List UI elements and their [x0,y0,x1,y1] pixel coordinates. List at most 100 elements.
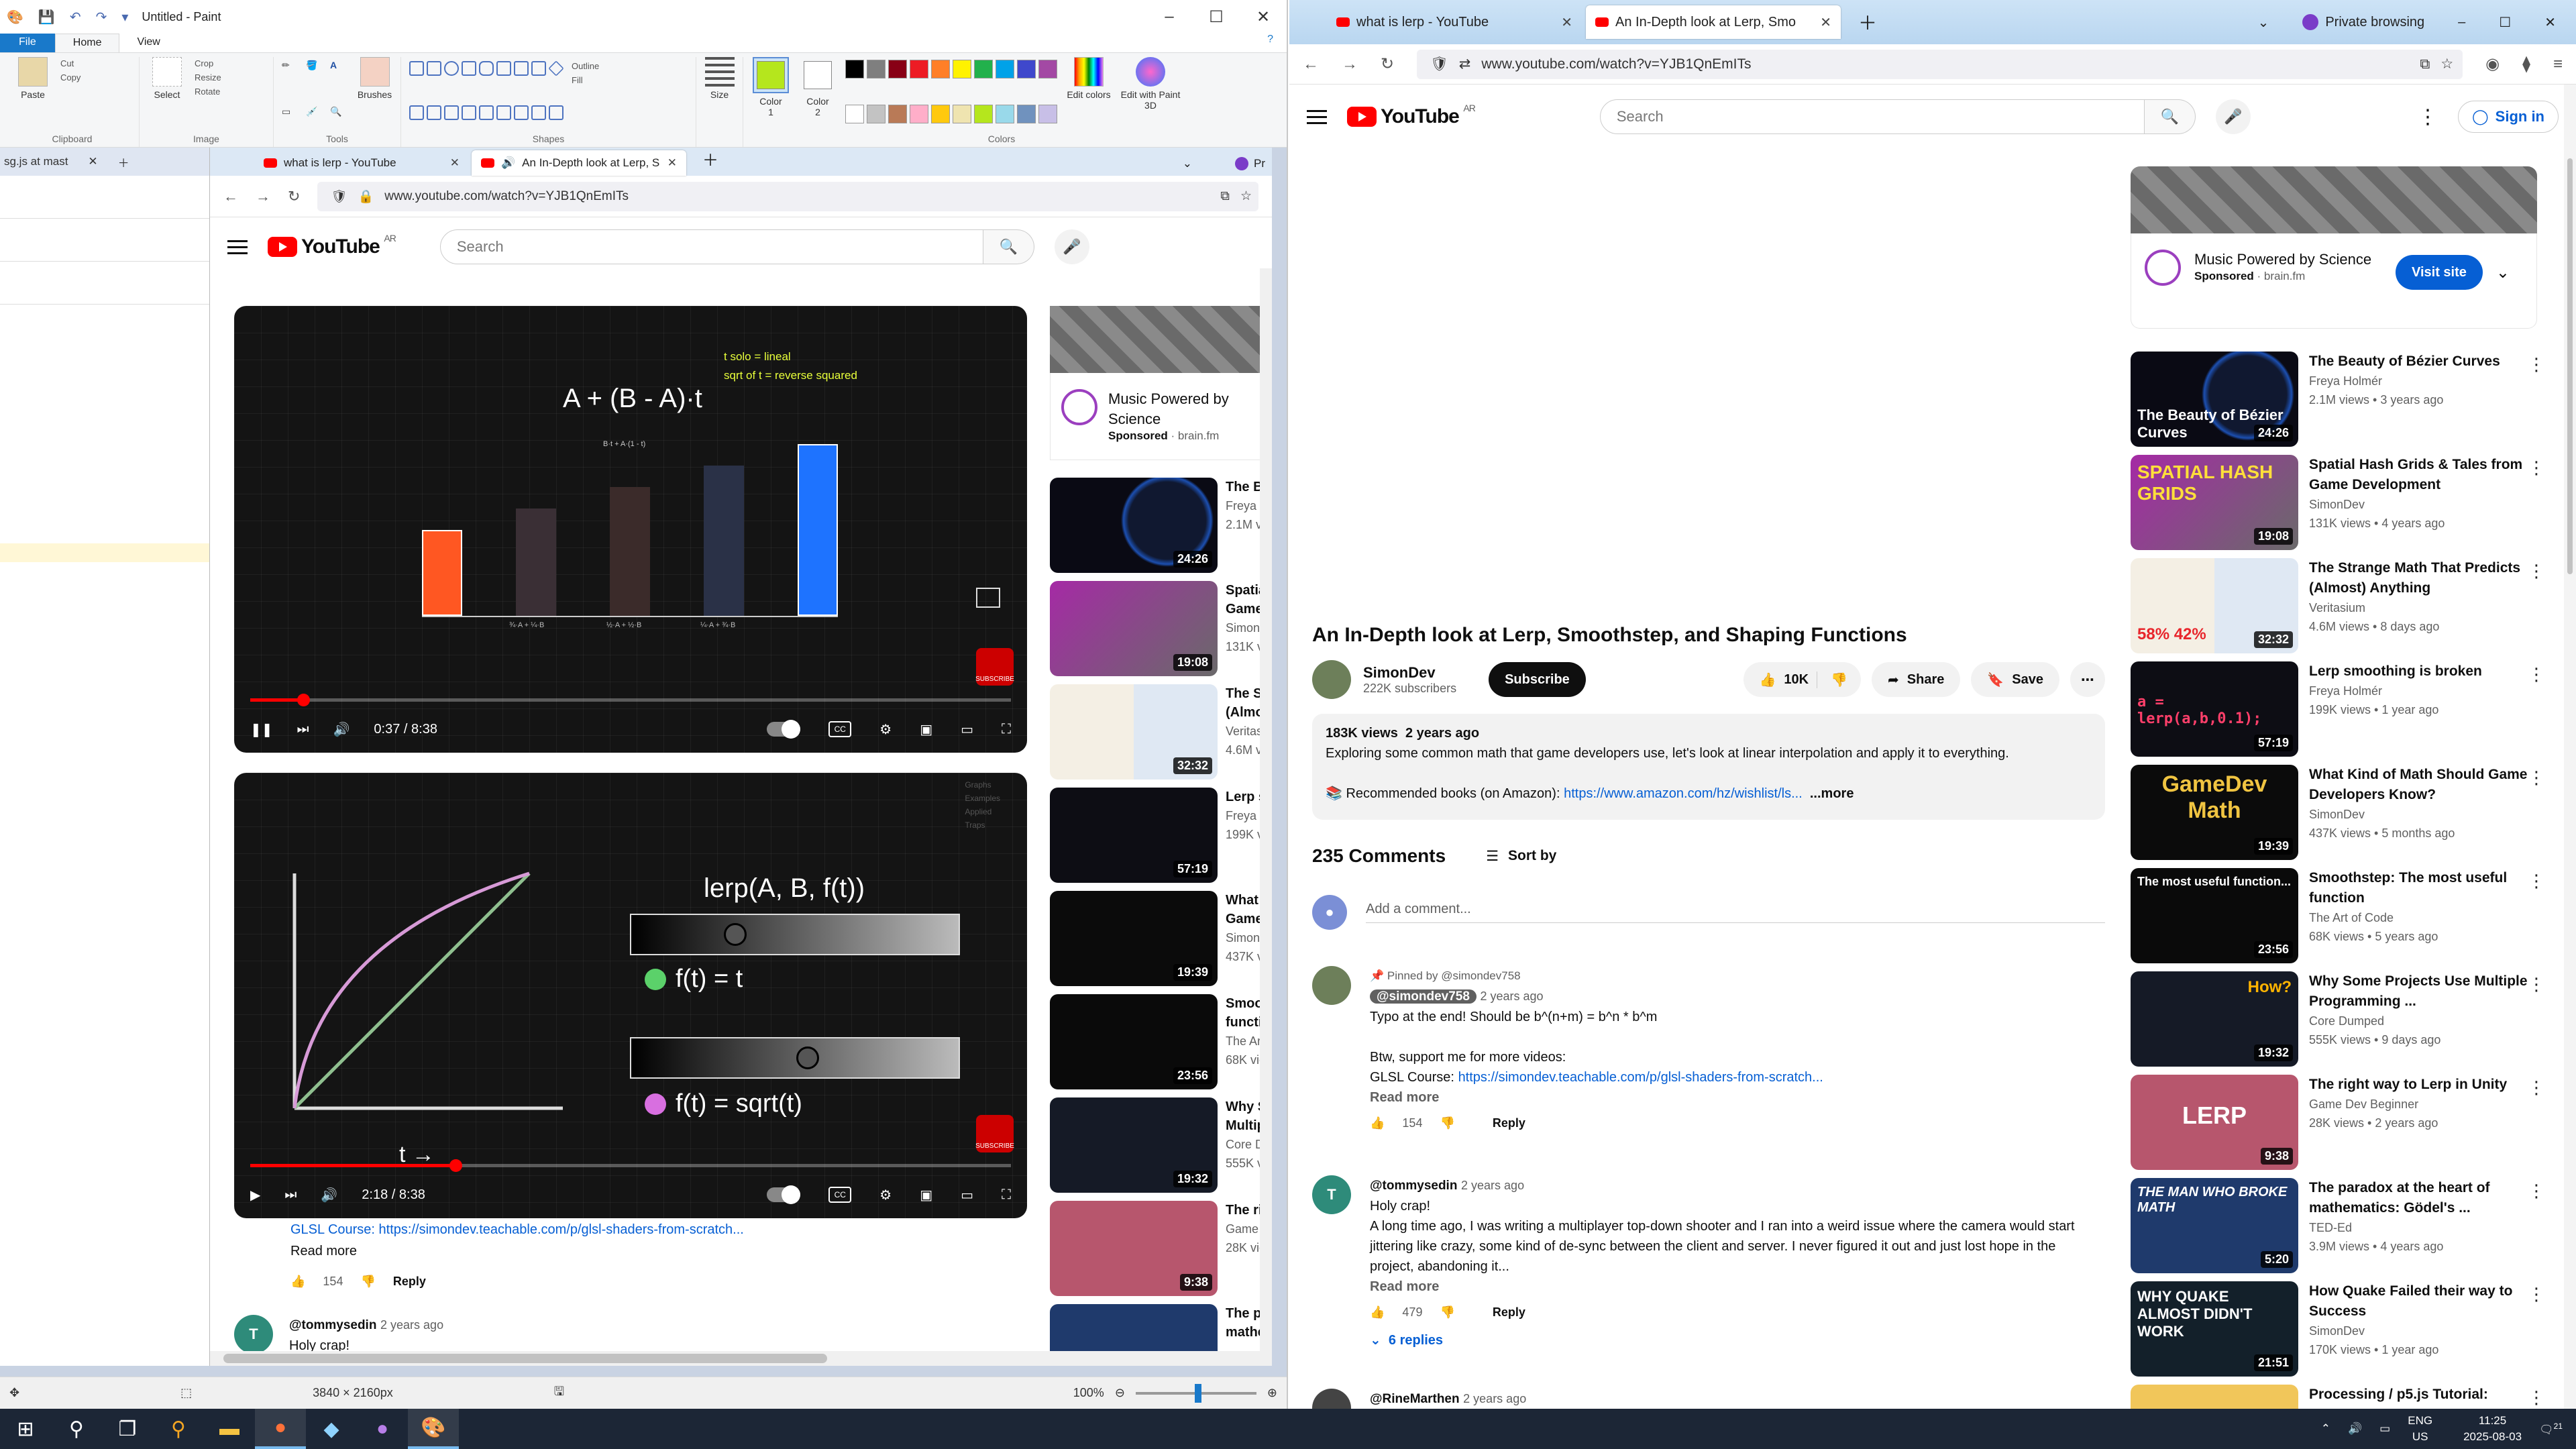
comment-author[interactable]: @simondev758 [1370,989,1477,1004]
back-icon[interactable]: ← [223,188,238,205]
sign-in-button[interactable]: ◯ Sign in [2458,101,2559,133]
bookmark-star-icon[interactable]: ☆ [2440,56,2453,72]
channel-name[interactable]: Core Dumped [2309,1012,2545,1030]
zoom-out-icon[interactable]: ⊖ [1115,1386,1125,1400]
outline-dropdown[interactable]: Outline [572,61,599,71]
vertical-scrollbar[interactable] [2564,85,2576,1409]
search-input[interactable]: Search [1599,99,2145,134]
video-title[interactable]: Spatial Hash Grids & Tales from Game Dev… [2309,455,2545,495]
channel-name[interactable]: The Art of Code [2309,908,2545,927]
more-options-icon[interactable]: ⋮ [2528,561,2545,582]
video-title[interactable]: The Beauty of Bézier Curves [2309,352,2545,372]
play-icon[interactable]: ▶ [250,1187,260,1203]
search-icon[interactable]: ⚲ [51,1409,102,1449]
new-tab-icon[interactable]: ＋ [689,148,732,176]
mic-icon[interactable]: 🎤 [1054,229,1089,264]
add-comment-input[interactable]: Add a comment... [1366,902,2105,923]
pencil-icon[interactable]: ✏ [282,60,301,101]
search-icon[interactable]: 🔍 [2144,99,2196,134]
course-link[interactable]: GLSL Course: https://simondev.teachable.… [290,1222,744,1237]
video-title[interactable]: Smoothstep: The most useful function [2309,868,2545,908]
video-thumbnail[interactable]: THE MAN WHO BROKE MATH 5:20 [2131,1178,2298,1273]
mic-icon[interactable]: 🎤 [2215,99,2251,134]
volume-icon[interactable]: 🔊 [2348,1422,2362,1436]
video-thumbnail[interactable]: 19:08 [1050,581,1218,676]
menu-icon[interactable] [1307,109,1327,124]
network-icon[interactable]: ▭ [2379,1422,2390,1436]
more-options-icon[interactable]: ⋮ [2528,354,2545,375]
palette-swatch[interactable] [974,60,993,78]
autoplay-toggle[interactable] [767,1185,801,1204]
close-tab-icon[interactable]: ✕ [667,156,677,170]
arrow-down-shape-icon[interactable] [496,105,511,120]
file-explorer-icon[interactable]: ▬ [204,1409,255,1449]
video-thumbnail[interactable]: WHY QUAKE ALMOST DIDN'T WORK 21:51 [2131,1281,2298,1377]
comment-author[interactable]: @RineMarthen [1370,1392,1460,1406]
palette-swatch[interactable] [996,105,1014,123]
related-video-card[interactable]: 32:32 The Str (Almos Veritasi 4.6M vi [1050,684,1272,780]
customize-icon[interactable]: ▾ [121,9,128,25]
video-thumbnail[interactable]: 58% 42% 32:32 [2131,558,2298,653]
rotate-button[interactable]: Rotate [195,87,221,97]
account-icon[interactable]: ◉ [2485,54,2500,74]
related-video-card[interactable]: 23:56 Smooti functio The Art 68K viev [1050,994,1272,1089]
reload-icon[interactable]: ↻ [1381,54,1394,74]
vertical-scrollbar[interactable] [1260,268,1272,1366]
palette-swatch[interactable] [867,60,885,78]
related-video-card[interactable]: GameDev Math 19:39 What Kind of Math Shoul… [2131,765,2545,860]
related-video-card[interactable]: How? 19:32 Why Some Projects Use Multiple … [2131,971,2545,1067]
dislike-icon[interactable]: 👎 [360,1275,375,1289]
video-thumbnail[interactable]: LERP 9:38 [2131,1075,2298,1170]
video-title[interactable]: The Strange Math That Predicts (Almost) … [2309,558,2545,598]
notifications-icon[interactable]: 🗨21 [2539,1421,2563,1437]
video-player-1[interactable]: A + (B - A)·t t solo = lineal sqrt of t … [234,306,1027,753]
related-video-card[interactable]: The most useful function... 23:56 Smoothst… [2131,868,2545,963]
palette-swatch[interactable] [931,105,950,123]
related-video-card[interactable]: LERP 9:38 The right way to Lerp in Unity Ga… [2131,1075,2545,1170]
description-box[interactable]: 183K views 2 years ago Exploring some co… [1312,714,2105,820]
miniplayer-icon[interactable] [976,588,1000,608]
close-tab-icon[interactable]: ✕ [1561,14,1572,31]
video-thumbnail[interactable]: The Beauty of Bézier Curves 24:26 [2131,352,2298,447]
channel-name[interactable]: Freya Holmér [2309,682,2545,700]
pause-icon[interactable]: ❚❚ [250,721,273,738]
tab-view[interactable]: View [119,34,177,52]
fullscreen-icon[interactable]: ⛶ [1002,1187,1011,1203]
related-video-card[interactable]: SPATIAL HASH GRIDS 19:08 Spatial Hash Grid… [2131,455,2545,550]
help-icon[interactable]: ? [1254,34,1287,52]
video-player-2[interactable]: Graphs Examples Applied Traps lerp(A, B,… [234,773,1027,1218]
subscribe-button[interactable]: Subscribe [1489,662,1586,697]
palette-swatch[interactable] [1017,60,1036,78]
youtube-logo[interactable]: YouTube AR [1347,103,1476,128]
related-video-card[interactable]: The Beauty of Bézier Curves 24:26 The Beau… [2131,352,2545,447]
like-icon[interactable]: 👍 [290,1275,305,1289]
like-icon[interactable]: 👍 [1370,1302,1385,1322]
related-video-card[interactable]: THE MAN WHO BROKE MATH 5:20 The paradox at… [2131,1178,2545,1273]
clock[interactable]: 11:25 2025-08-03 [2463,1413,2522,1445]
reply-button[interactable]: Reply [1493,1302,1525,1322]
miniplayer-button-icon[interactable]: ▣ [920,1187,932,1203]
video-title[interactable]: Processing / p5.js Tutorial: [2309,1385,2545,1405]
list-tabs-icon[interactable]: ⌄ [2258,14,2269,31]
settings-gear-icon[interactable]: ⚙ [879,721,892,738]
channel-name[interactable]: SimonDev [2309,805,2545,824]
channel-name[interactable]: SimonDev [2309,1322,2545,1340]
crop-button[interactable]: Crop [195,58,221,68]
palette-swatch[interactable] [953,105,971,123]
star5-shape-icon[interactable] [531,105,546,120]
tab-lerp-video[interactable]: An In-Depth look at Lerp, Smo ✕ [1586,5,1841,39]
tab-file[interactable]: File [0,34,55,52]
line-shape-icon[interactable] [409,61,424,76]
related-video-card[interactable]: a = lerp(a,b,0.1); 57:19 Lerp smoothing is… [2131,661,2545,757]
reply-button[interactable]: Reply [393,1275,426,1289]
fullscreen-icon[interactable]: ⛶ [1002,722,1011,737]
forward-icon[interactable]: → [256,188,270,205]
tab-home[interactable]: Home [54,34,120,52]
video-title[interactable]: The paradox at the heart of mathematics:… [2309,1178,2545,1218]
replies-toggle[interactable]: ⌄ 6 replies [1370,1330,2101,1350]
next-icon[interactable]: ⏭ [297,722,309,737]
task-view-icon[interactable]: ❐ [102,1409,153,1449]
video-thumbnail[interactable]: 19:32 [1050,1097,1218,1193]
channel-name[interactable]: SimonDev [2309,495,2545,514]
save-icon[interactable]: 💾 [38,9,55,25]
